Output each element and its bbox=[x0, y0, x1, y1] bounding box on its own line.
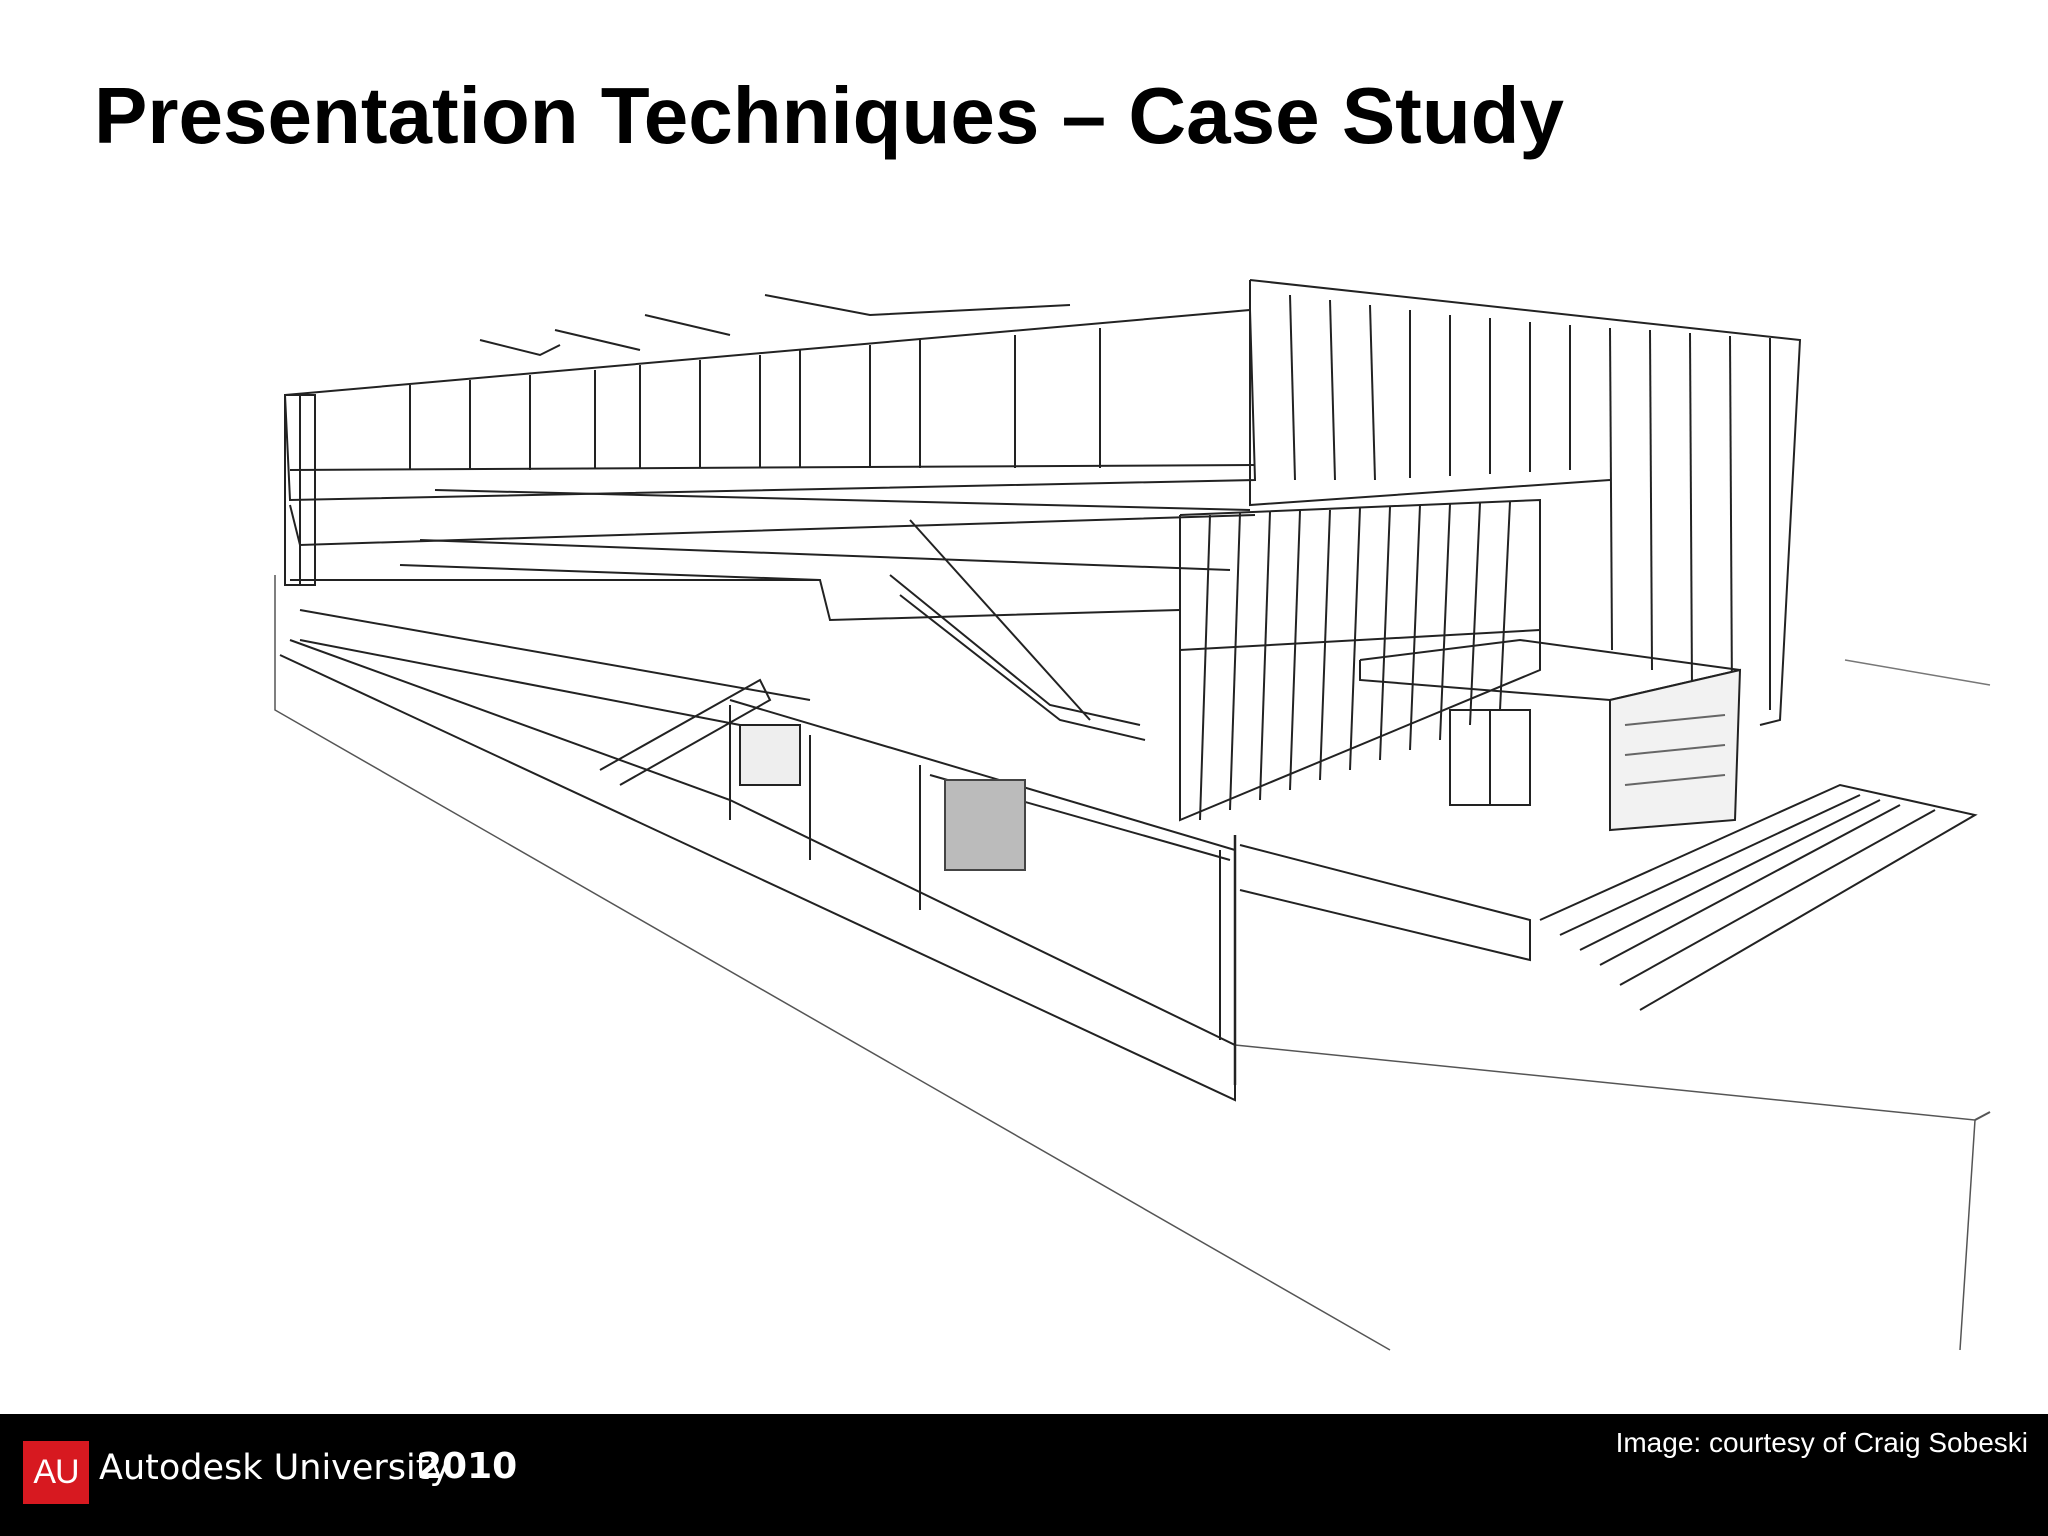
au-logo-text: AU bbox=[33, 1453, 79, 1491]
fin-facade bbox=[1249, 279, 1802, 726]
image-credit: Image: courtesy of Craig Sobeski bbox=[1615, 1427, 2028, 1458]
au-logo: AU bbox=[23, 1441, 89, 1504]
entrance-canopy bbox=[1359, 638, 1742, 832]
building-section-drawing bbox=[274, 279, 1991, 1351]
brand-year: 2010 bbox=[417, 1446, 518, 1487]
brand-name: Autodesk University bbox=[99, 1448, 451, 1488]
basement-section bbox=[289, 639, 1236, 1047]
